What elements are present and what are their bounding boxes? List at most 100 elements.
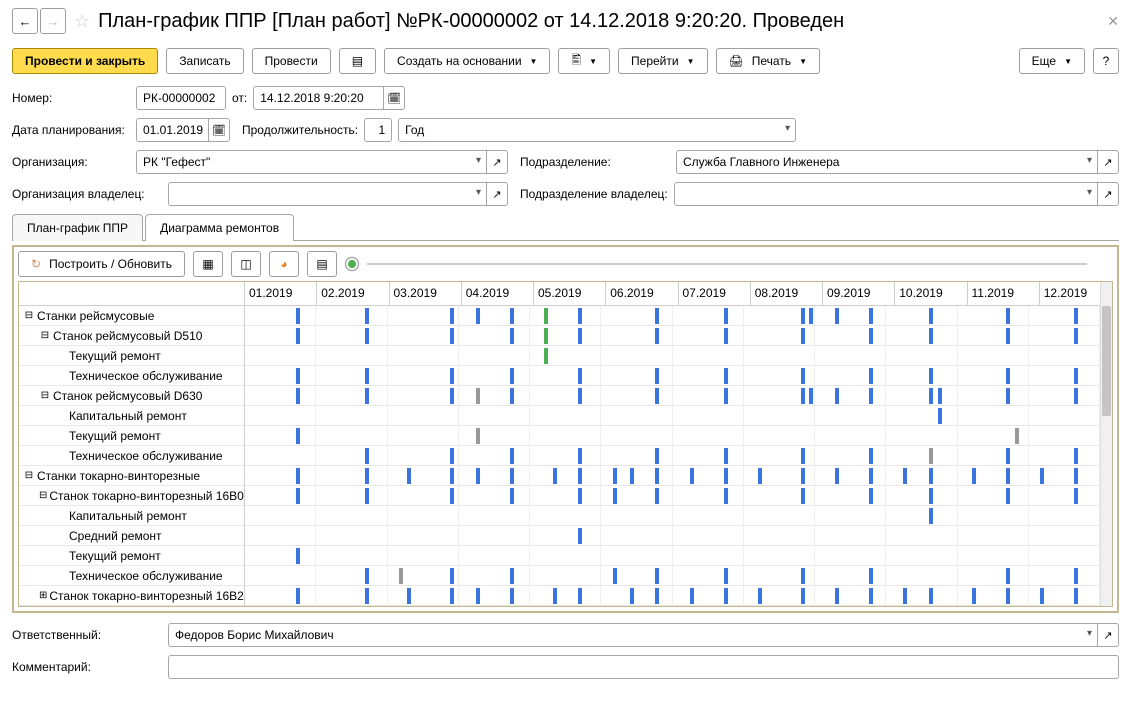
event-bar[interactable] (1074, 488, 1078, 504)
event-bar[interactable] (655, 488, 659, 504)
event-bar[interactable] (296, 548, 300, 564)
tree-row[interactable]: Текущий ремонт (19, 426, 244, 446)
event-bar[interactable] (510, 568, 514, 584)
tree-row[interactable]: ⊟Станки рейсмусовые (19, 306, 244, 326)
event-bar[interactable] (929, 388, 933, 404)
event-bar[interactable] (578, 468, 582, 484)
event-bar[interactable] (938, 388, 942, 404)
event-bar[interactable] (450, 388, 454, 404)
event-bar[interactable] (578, 368, 582, 384)
event-bar[interactable] (365, 468, 369, 484)
event-bar[interactable] (801, 308, 805, 324)
event-bar[interactable] (578, 588, 582, 604)
event-bar[interactable] (1015, 428, 1019, 444)
event-bar[interactable] (690, 468, 694, 484)
event-bar[interactable] (1006, 368, 1010, 384)
number-input[interactable]: РК-00000002 (136, 86, 226, 110)
tree-row[interactable]: Текущий ремонт (19, 346, 244, 366)
event-bar[interactable] (655, 368, 659, 384)
event-bar[interactable] (903, 468, 907, 484)
event-bar[interactable] (450, 468, 454, 484)
event-bar[interactable] (578, 448, 582, 464)
event-bar[interactable] (724, 368, 728, 384)
tree-row[interactable]: Техническое обслуживание (19, 366, 244, 386)
event-bar[interactable] (296, 488, 300, 504)
event-bar[interactable] (450, 488, 454, 504)
event-bar[interactable] (407, 468, 411, 484)
event-bar[interactable] (510, 468, 514, 484)
event-bar[interactable] (1074, 588, 1078, 604)
event-bar[interactable] (1006, 328, 1010, 344)
open-icon[interactable]: ↗ (1097, 182, 1119, 206)
event-bar[interactable] (365, 448, 369, 464)
event-bar[interactable] (510, 328, 514, 344)
event-bar[interactable] (296, 308, 300, 324)
event-bar[interactable] (365, 328, 369, 344)
event-bar[interactable] (869, 568, 873, 584)
event-bar[interactable] (835, 468, 839, 484)
org-select[interactable]: РК "Гефест" (136, 150, 486, 174)
event-bar[interactable] (365, 488, 369, 504)
post-button[interactable]: Провести (252, 48, 331, 74)
event-bar[interactable] (578, 488, 582, 504)
tree-row[interactable]: Капитальный ремонт (19, 506, 244, 526)
event-bar[interactable] (929, 368, 933, 384)
tree-toggle-icon[interactable]: ⊟ (23, 310, 35, 321)
event-bar[interactable] (724, 588, 728, 604)
favorite-star-icon[interactable]: ☆ (74, 11, 90, 32)
event-bar[interactable] (1074, 448, 1078, 464)
event-bar[interactable] (655, 568, 659, 584)
open-icon[interactable]: ↗ (1097, 623, 1119, 647)
create-from-button[interactable]: Создать на основании▼ (384, 48, 550, 74)
event-bar[interactable] (407, 588, 411, 604)
event-bar[interactable] (476, 308, 480, 324)
open-icon[interactable]: ↗ (486, 150, 508, 174)
event-bar[interactable] (613, 568, 617, 584)
event-bar[interactable] (510, 368, 514, 384)
tree-row[interactable]: Средний ремонт (19, 526, 244, 546)
rebuild-button[interactable]: ↻ Построить / Обновить (18, 251, 185, 277)
event-bar[interactable] (365, 388, 369, 404)
tool-btn-4[interactable]: ▤ (307, 251, 337, 277)
event-bar[interactable] (476, 588, 480, 604)
tree-row[interactable]: Техническое обслуживание (19, 566, 244, 586)
event-bar[interactable] (544, 328, 548, 344)
event-bar[interactable] (476, 468, 480, 484)
event-bar[interactable] (655, 448, 659, 464)
open-icon[interactable]: ↗ (486, 182, 508, 206)
event-bar[interactable] (869, 328, 873, 344)
event-bar[interactable] (296, 388, 300, 404)
tree-toggle-icon[interactable]: ⊟ (39, 330, 51, 341)
event-bar[interactable] (724, 308, 728, 324)
event-bar[interactable] (972, 588, 976, 604)
event-bar[interactable] (801, 488, 805, 504)
event-bar[interactable] (476, 428, 480, 444)
event-bar[interactable] (809, 388, 813, 404)
duration-input[interactable]: 1 (364, 118, 392, 142)
event-bar[interactable] (578, 308, 582, 324)
event-bar[interactable] (1006, 488, 1010, 504)
event-bar[interactable] (869, 308, 873, 324)
event-bar[interactable] (801, 448, 805, 464)
event-bar[interactable] (655, 308, 659, 324)
event-bar[interactable] (1006, 468, 1010, 484)
help-button[interactable]: ? (1093, 48, 1119, 74)
event-bar[interactable] (690, 588, 694, 604)
event-bar[interactable] (801, 568, 805, 584)
tree-row[interactable]: Техническое обслуживание (19, 446, 244, 466)
tree-row[interactable]: ⊟Станок рейсмусовый D510 (19, 326, 244, 346)
event-bar[interactable] (1040, 468, 1044, 484)
event-bar[interactable] (724, 568, 728, 584)
event-bar[interactable] (724, 448, 728, 464)
tree-row[interactable]: Капитальный ремонт (19, 406, 244, 426)
calendar-icon[interactable]: 🗓 (383, 86, 405, 110)
event-bar[interactable] (553, 588, 557, 604)
event-bar[interactable] (929, 488, 933, 504)
event-bar[interactable] (1074, 308, 1078, 324)
event-bar[interactable] (399, 568, 403, 584)
tab-plan-grafik[interactable]: План-график ППР (12, 214, 143, 241)
event-bar[interactable] (929, 328, 933, 344)
event-bar[interactable] (544, 348, 548, 364)
event-bar[interactable] (869, 368, 873, 384)
event-bar[interactable] (450, 588, 454, 604)
